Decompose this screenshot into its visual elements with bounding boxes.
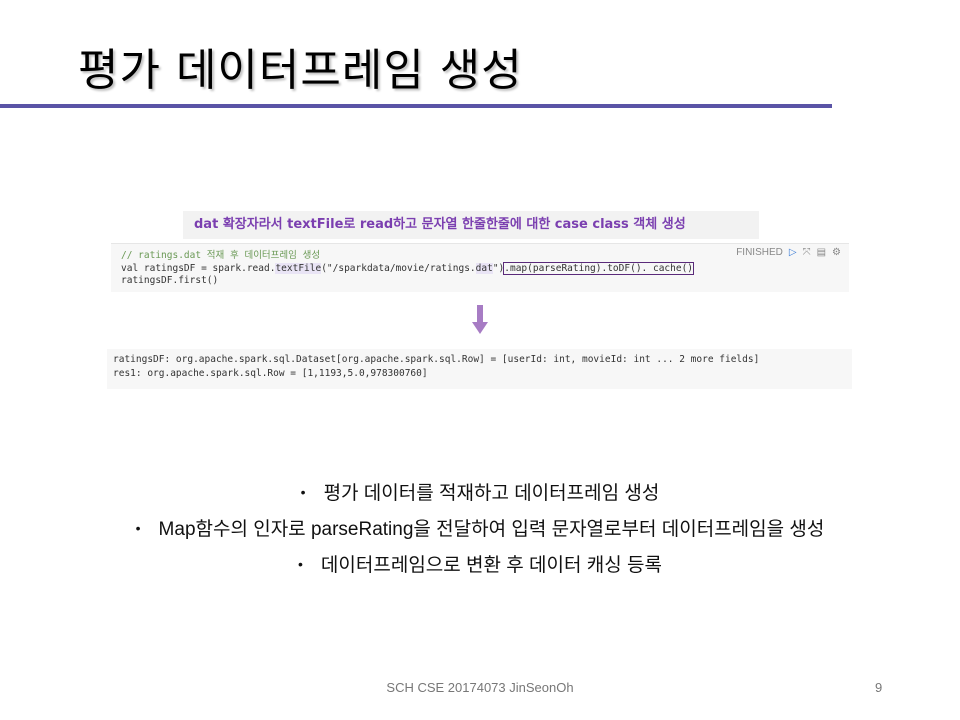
highlight-dat: dat bbox=[475, 263, 493, 274]
bullet-item: • 데이터프레임으로 변환 후 데이터 캐싱 등록 bbox=[298, 555, 662, 576]
output-panel: ratingsDF: org.apache.spark.sql.Dataset[… bbox=[107, 349, 852, 389]
bullet-list: • 평가 데이터를 적재하고 데이터프레임 생성 • Map함수의 인자로 pars… bbox=[0, 480, 960, 588]
bullet-dot-icon: • bbox=[298, 556, 303, 572]
boxed-map-expression: .map(parseRating).toDF(). cache() bbox=[503, 262, 695, 275]
output-line-1: ratingsDF: org.apache.spark.sql.Dataset[… bbox=[113, 354, 760, 365]
code-line-2: val ratingsDF = spark.read.textFile("/sp… bbox=[121, 262, 695, 275]
cell-toolbar: FINISHED ▷ ⤧ ▤ ⚙ bbox=[736, 247, 841, 258]
code-line-3: ratingsDF.first() bbox=[121, 275, 219, 286]
bullet-dot-icon: • bbox=[300, 484, 306, 500]
output-line-2: res1: org.apache.spark.sql.Row = [1,1193… bbox=[113, 368, 428, 379]
code-comment: // ratings.dat 적재 후 데이터프레임 생성 bbox=[121, 250, 321, 261]
expand-icon[interactable]: ⤧ bbox=[803, 247, 811, 258]
code-cell[interactable]: // ratings.dat 적재 후 데이터프레임 생성 val rating… bbox=[111, 243, 849, 292]
highlight-textfile: textFile bbox=[275, 263, 322, 274]
book-icon[interactable]: ▤ bbox=[817, 247, 826, 258]
down-arrow-icon bbox=[472, 305, 488, 334]
bullet-dot-icon: • bbox=[135, 520, 141, 536]
status-label: FINISHED bbox=[736, 247, 783, 258]
callout-label: dat 확장자라서 textFile로 read하고 문자열 한줄한줄에 대한 … bbox=[183, 211, 759, 239]
slide-title: 평가 데이터프레임 생성 bbox=[78, 45, 523, 96]
footer-text: SCH CSE 20174073 JinSeonOh bbox=[386, 680, 574, 695]
run-icon[interactable]: ▷ bbox=[789, 247, 797, 258]
bullet-item: • 평가 데이터를 적재하고 데이터프레임 생성 bbox=[300, 483, 660, 504]
bullet-item: • Map함수의 인자로 parseRating을 전달하여 입력 문자열로부터 … bbox=[135, 519, 825, 540]
gear-icon[interactable]: ⚙ bbox=[832, 247, 841, 258]
page-number: 9 bbox=[875, 680, 883, 695]
title-underline bbox=[0, 104, 832, 108]
